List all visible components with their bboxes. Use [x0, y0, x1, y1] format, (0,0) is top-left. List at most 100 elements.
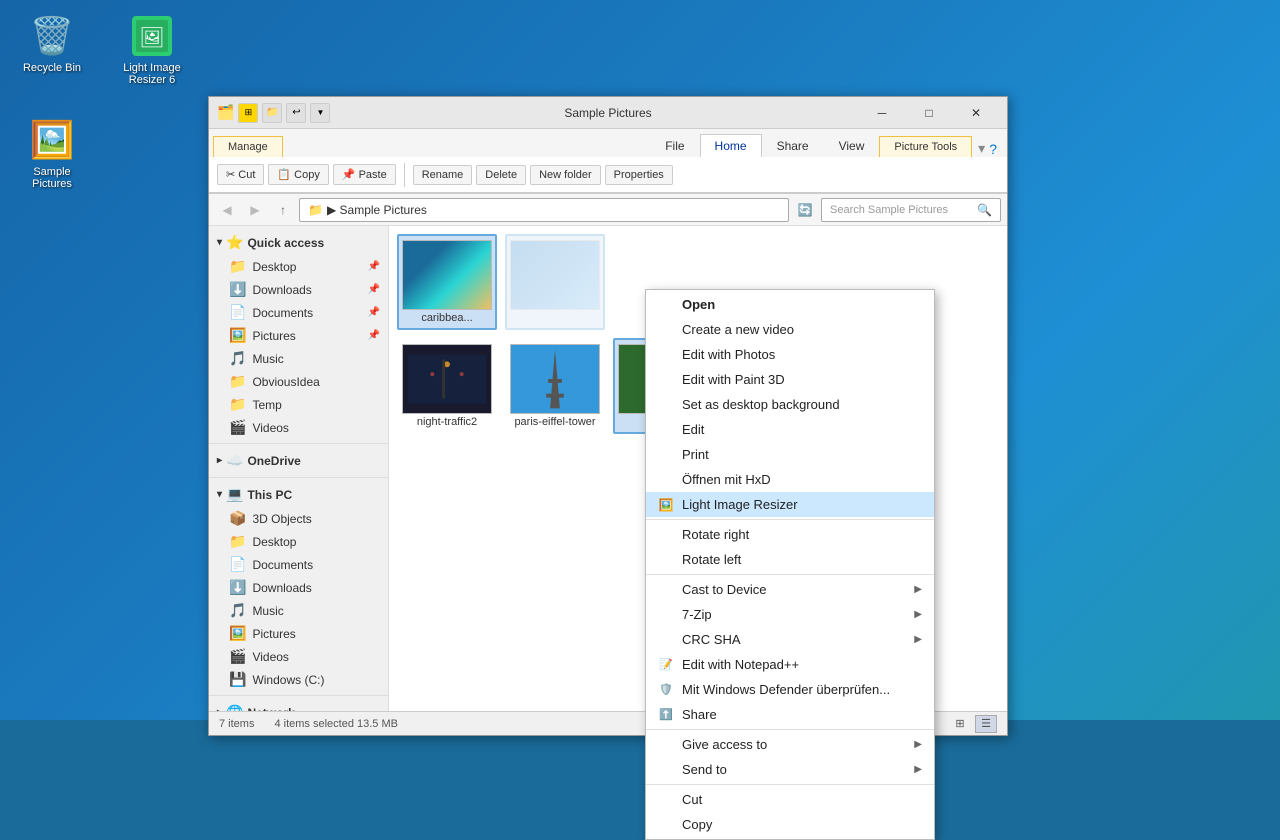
ctx-hxd-label: Öffnen mit HxD: [682, 472, 771, 487]
3d-objects-icon: 📦: [229, 510, 246, 527]
sidebar: ▾ ⭐ Quick access 📁 Desktop 📌 ⬇️ Download…: [209, 226, 389, 711]
qat-new-folder[interactable]: 📁: [262, 103, 282, 123]
selected-info: 4 items selected 13.5 MB: [274, 718, 398, 730]
refresh-button[interactable]: 🔄: [793, 198, 817, 222]
ctx-set-desktop-bg[interactable]: Set as desktop background: [646, 392, 934, 417]
ctx-offnen-hxd[interactable]: Öffnen mit HxD: [646, 467, 934, 492]
sidebar-item-windows-c[interactable]: 💾 Windows (C:): [209, 668, 388, 691]
ribbon-divider: [404, 163, 405, 187]
sidebar-section-thispc[interactable]: ▾ 💻 This PC: [209, 482, 388, 507]
file-item-night-traffic[interactable]: night-traffic2: [397, 338, 497, 434]
ctx-copy[interactable]: Copy: [646, 812, 934, 837]
sidebar-section-network[interactable]: ▸ 🌐 Network: [209, 700, 388, 711]
ctx-edit[interactable]: Edit: [646, 417, 934, 442]
title-bar: 🗂️ ⊞ 📁 ↩ ▼ Sample Pictures ─ □ ✕: [209, 97, 1007, 129]
ctx-share[interactable]: ⬆️ Share: [646, 702, 934, 727]
qat-dropdown[interactable]: ▼: [310, 103, 330, 123]
path-folder-icon: 📁: [308, 203, 323, 217]
ctx-print[interactable]: Print: [646, 442, 934, 467]
search-box[interactable]: Search Sample Pictures 🔍: [821, 198, 1001, 222]
back-button[interactable]: ◀: [215, 198, 239, 222]
ribbon-cut-btn[interactable]: ✂ Cut: [217, 164, 264, 185]
view-list-button[interactable]: ☰: [975, 715, 997, 733]
ribbon-paste-btn[interactable]: 📌 Paste: [333, 164, 396, 185]
ctx-cut[interactable]: Cut: [646, 787, 934, 812]
ctx-edit-with-photos[interactable]: Edit with Photos: [646, 342, 934, 367]
sidebar-item-music-label: Music: [252, 352, 283, 366]
view-grid-button[interactable]: ⊞: [949, 715, 971, 733]
desktop: 🗑️ Recycle Bin 🖼 Light Image Resizer 6 🖼…: [0, 0, 1280, 720]
ribbon-rename-btn[interactable]: Rename: [413, 165, 473, 185]
tab-file[interactable]: File: [650, 134, 699, 157]
up-button[interactable]: ↑: [271, 198, 295, 222]
sidebar-item-music[interactable]: 🎵 Music: [209, 347, 388, 370]
sidebar-item-music2[interactable]: 🎵 Music: [209, 599, 388, 622]
desktop-icon-light-image-resizer[interactable]: 🖼 Light Image Resizer 6: [112, 8, 192, 90]
qat-undo[interactable]: ↩: [286, 103, 306, 123]
sidebar-item-temp[interactable]: 📁 Temp: [209, 393, 388, 416]
file-name-traffic: night-traffic2: [417, 416, 477, 428]
sidebar-section-onedrive[interactable]: ▸ ☁️ OneDrive: [209, 448, 388, 473]
ribbon-delete-btn[interactable]: Delete: [476, 165, 526, 185]
ribbon-copy-btn[interactable]: 📋 Copy: [268, 164, 328, 185]
maximize-button[interactable]: □: [906, 99, 952, 127]
file-name-eiffel: paris-eiffel-tower: [514, 416, 595, 428]
ctx-windows-defender[interactable]: 🛡️ Mit Windows Defender überprüfen...: [646, 677, 934, 702]
tab-view[interactable]: View: [824, 134, 880, 157]
sidebar-item-pictures[interactable]: 🖼️ Pictures 📌: [209, 324, 388, 347]
ctx-edit-notepad[interactable]: 📝 Edit with Notepad++: [646, 652, 934, 677]
sidebar-item-3d-objects[interactable]: 📦 3D Objects: [209, 507, 388, 530]
close-button[interactable]: ✕: [953, 99, 999, 127]
onedrive-label: OneDrive: [247, 454, 300, 468]
tab-picture-tools[interactable]: Picture Tools: [879, 136, 972, 157]
sidebar-item-downloads[interactable]: ⬇️ Downloads 📌: [209, 278, 388, 301]
window-controls: ─ □ ✕: [859, 99, 999, 127]
sidebar-item-pictures2[interactable]: 🖼️ Pictures: [209, 622, 388, 645]
ribbon-collapse-btn[interactable]: ▾: [978, 140, 985, 157]
file-thumbnail-traffic: [402, 344, 492, 414]
file-item-caribbean[interactable]: caribbea...: [397, 234, 497, 330]
tab-manage[interactable]: Manage: [213, 136, 283, 157]
forward-button[interactable]: ▶: [243, 198, 267, 222]
ctx-cast-arrow: ▶: [914, 584, 922, 595]
ribbon-new-folder-btn[interactable]: New folder: [530, 165, 601, 185]
ctx-crc-sha[interactable]: CRC SHA ▶: [646, 627, 934, 652]
sidebar-item-downloads2[interactable]: ⬇️ Downloads: [209, 576, 388, 599]
ctx-crc-label: CRC SHA: [682, 632, 741, 647]
desktop-icon-sample-pictures[interactable]: 🖼️ Sample Pictures: [12, 112, 92, 194]
sidebar-item-desktop[interactable]: 📁 Desktop 📌: [209, 255, 388, 278]
ctx-rotate-left[interactable]: Rotate left: [646, 547, 934, 572]
tab-home[interactable]: Home: [700, 134, 762, 157]
ctx-light-image-resizer[interactable]: 🖼️ Light Image Resizer: [646, 492, 934, 517]
ctx-open[interactable]: Open: [646, 292, 934, 317]
ctx-send-to[interactable]: Send to ▶: [646, 757, 934, 782]
minimize-button[interactable]: ─: [859, 99, 905, 127]
sidebar-item-obviousidea[interactable]: 📁 ObviousIdea: [209, 370, 388, 393]
tab-share[interactable]: Share: [762, 134, 824, 157]
sidebar-item-documents2[interactable]: 📄 Documents: [209, 553, 388, 576]
sidebar-divider-2: [209, 477, 388, 478]
ctx-edit-paint-3d[interactable]: Edit with Paint 3D: [646, 367, 934, 392]
address-path[interactable]: 📁 ▶ Sample Pictures: [299, 198, 789, 222]
sidebar-item-desktop2[interactable]: 📁 Desktop: [209, 530, 388, 553]
thispc-icon: 💻: [226, 486, 243, 503]
ribbon-properties-btn[interactable]: Properties: [605, 165, 673, 185]
folder-icon: 📁: [229, 258, 246, 275]
ctx-7zip[interactable]: 7-Zip ▶: [646, 602, 934, 627]
sidebar-item-videos[interactable]: 🎬 Videos: [209, 416, 388, 439]
ctx-cast-to-device[interactable]: Cast to Device ▶: [646, 577, 934, 602]
sidebar-section-quick-access[interactable]: ▾ ⭐ Quick access: [209, 230, 388, 255]
file-item-eiffel[interactable]: paris-eiffel-tower: [505, 338, 605, 434]
status-bar-right: ⊞ ☰: [949, 715, 997, 733]
ctx-rotate-left-label: Rotate left: [682, 552, 741, 567]
help-icon[interactable]: ?: [989, 141, 997, 157]
file-item-blue[interactable]: [505, 234, 605, 330]
qat-properties[interactable]: ⊞: [238, 103, 258, 123]
ctx-give-access-to[interactable]: Give access to ▶: [646, 732, 934, 757]
documents-icon: 📄: [229, 304, 246, 321]
desktop-icon-recycle-bin[interactable]: 🗑️ Recycle Bin: [12, 8, 92, 78]
sidebar-item-videos2[interactable]: 🎬 Videos: [209, 645, 388, 668]
sidebar-item-documents[interactable]: 📄 Documents 📌: [209, 301, 388, 324]
ctx-create-new-video[interactable]: Create a new video: [646, 317, 934, 342]
ctx-rotate-right[interactable]: Rotate right: [646, 522, 934, 547]
